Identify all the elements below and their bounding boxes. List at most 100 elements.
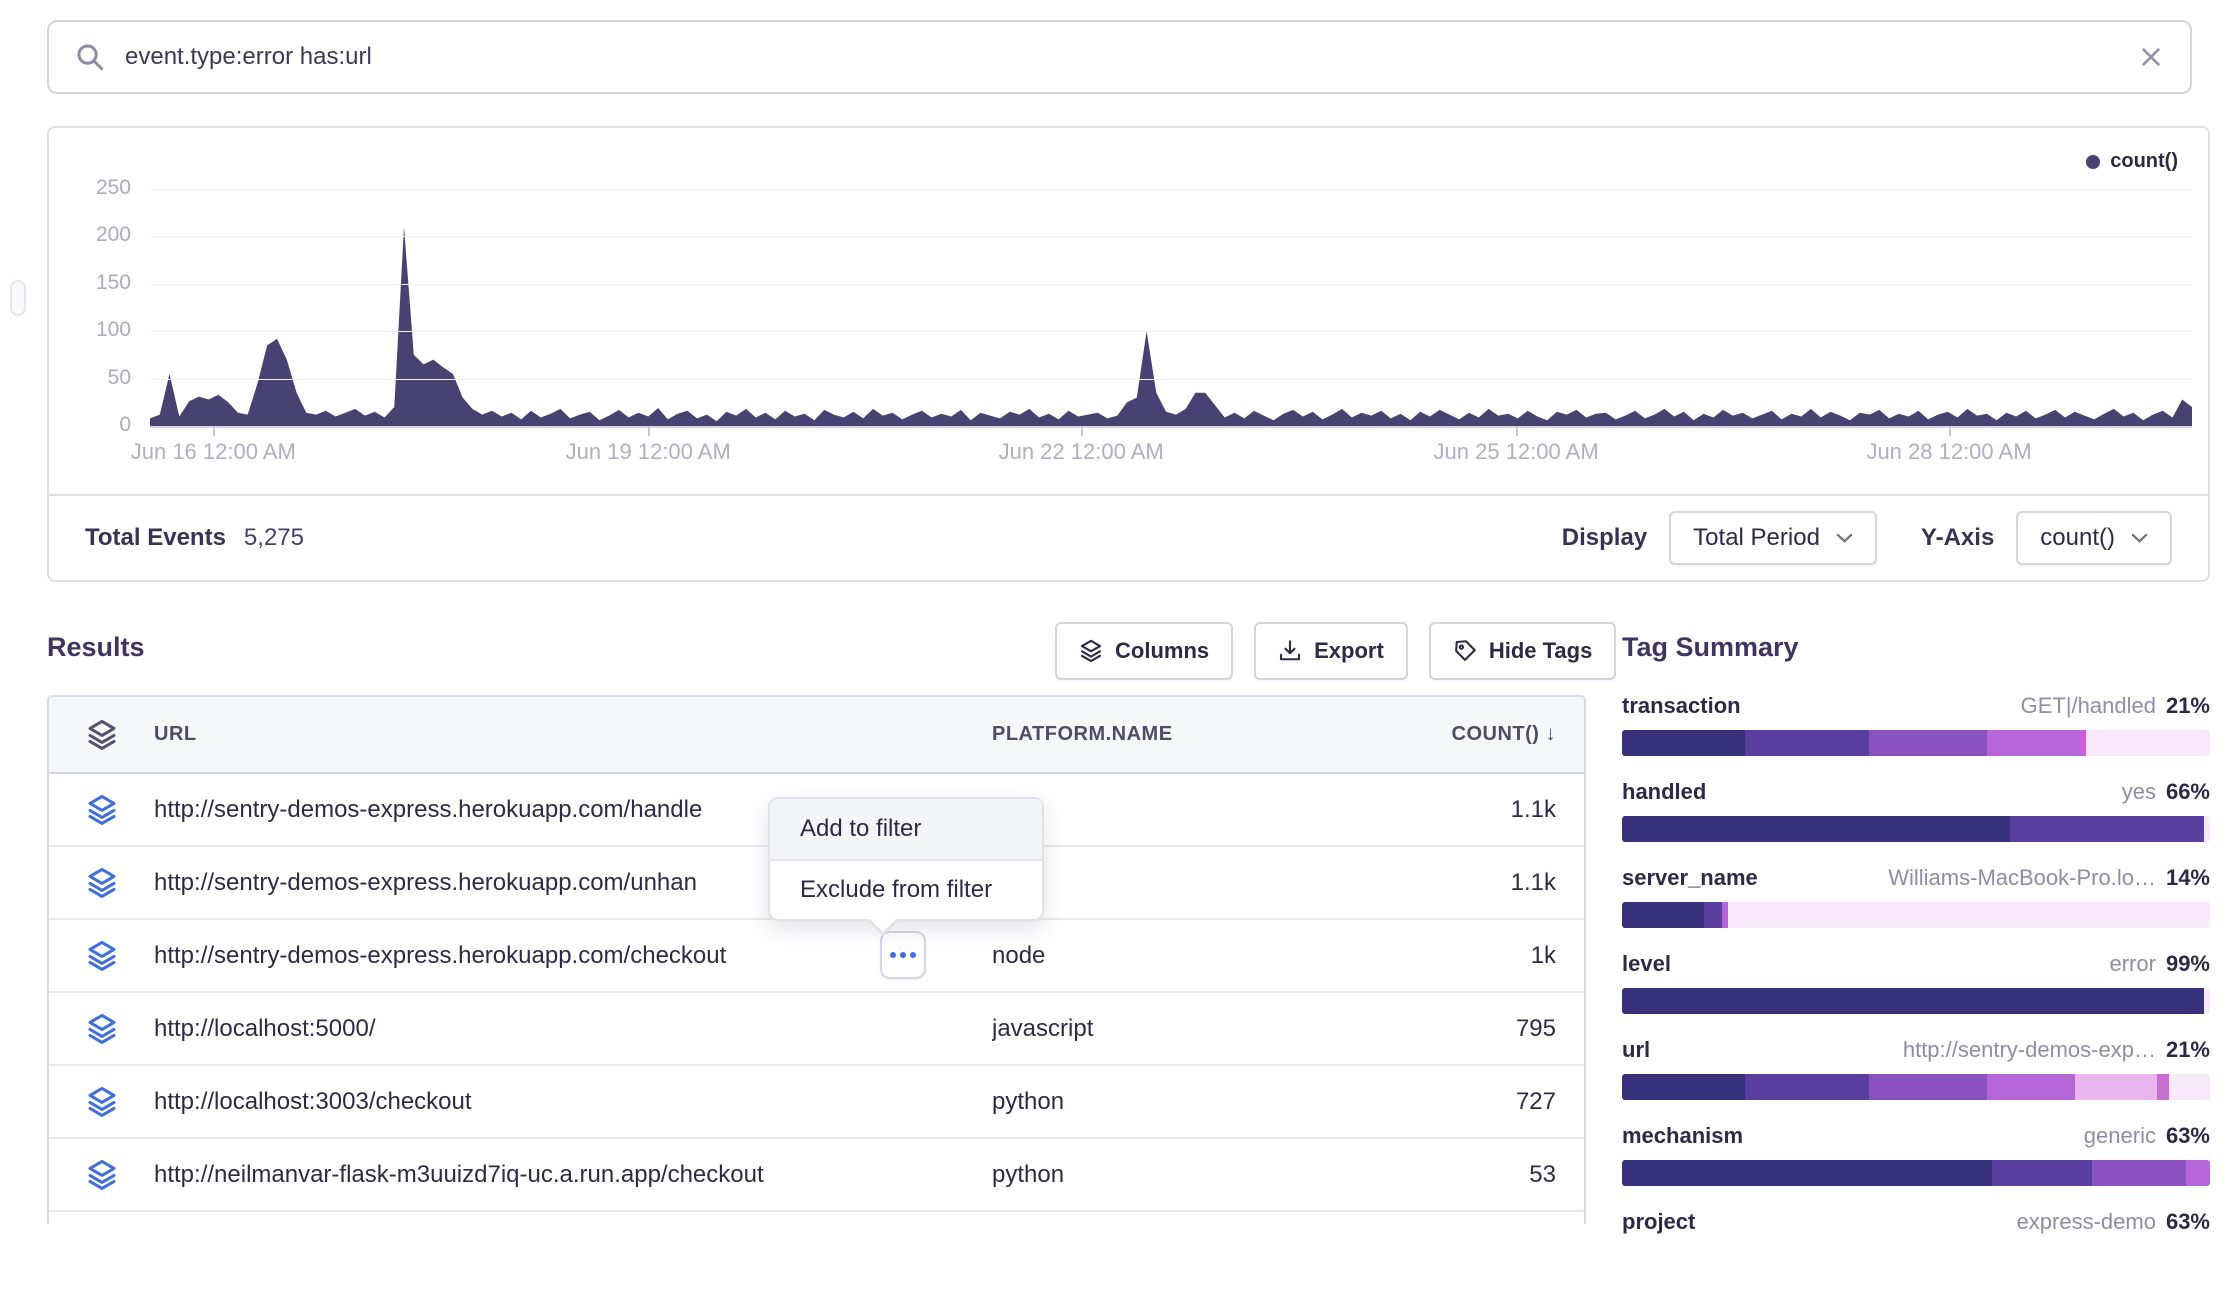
search-bar[interactable]: event.type:error has:url [47,20,2192,94]
url-cell[interactable]: http://sentry-demos-express.herokuapp.co… [154,942,992,970]
column-header-count[interactable]: COUNT() ↓ [1443,723,1584,746]
x-axis-tick-label: Jun 19 12:00 AM [528,439,768,465]
tag-bar-segment[interactable] [1622,1160,1992,1186]
events-area-chart[interactable]: 050100150200250Jun 16 12:00 AMJun 19 12:… [49,128,2208,494]
tag-bar-segment[interactable] [1704,902,1722,928]
table-row[interactable]: http://sentry-demos-express.herokuapp.co… [49,920,1584,993]
columns-button-label: Columns [1115,638,1209,664]
platform-cell[interactable]: javascript [992,1015,1443,1043]
tag-entry: mechanism generic 63% [1622,1123,2210,1186]
platform-cell[interactable]: python [992,1088,1443,1116]
count-series-path [150,227,2192,426]
yaxis-dropdown[interactable]: count() [2016,511,2172,565]
stack-icon [86,794,118,826]
tag-bar-segment[interactable] [1745,730,1868,756]
tag-bar-segment[interactable] [1728,902,2210,928]
menu-item-exclude-from-filter[interactable]: Exclude from filter [770,859,1042,919]
display-dropdown-value: Total Period [1693,524,1820,552]
tag-bar-segment[interactable] [2169,1074,2210,1100]
count-cell[interactable]: 1.1k [1443,869,1584,897]
table-row[interactable]: http://localhost:5000/ javascript 795 [49,993,1584,1066]
tag-bar-segment[interactable] [1987,730,2081,756]
url-cell[interactable]: http://localhost:3003/checkout [154,1088,992,1116]
column-header-url[interactable]: URL [154,723,992,746]
tag-bar-segment[interactable] [1622,816,2010,842]
cell-actions-menu: Add to filter Exclude from filter [768,797,1044,921]
tag-distribution-bar[interactable] [1622,816,2210,842]
tag-bar-segment[interactable] [2157,1074,2169,1100]
y-axis-tick-label: 150 [59,271,131,295]
tag-bar-segment[interactable] [1622,902,1704,928]
row-stack-cell[interactable] [49,1013,154,1045]
cell-actions-button[interactable] [880,931,926,979]
hide-tags-button[interactable]: Hide Tags [1429,622,1617,680]
row-stack-cell[interactable] [49,1159,154,1191]
row-stack-cell[interactable] [49,794,154,826]
tag-bar-segment[interactable] [1987,1074,2075,1100]
chart-legend[interactable]: count() [2086,150,2178,173]
tag-bar-segment[interactable] [2010,816,2204,842]
stack-icon [86,940,118,972]
sidebar-collapse-handle[interactable] [10,280,26,316]
tag-distribution-bar[interactable] [1622,1246,2210,1272]
tag-distribution-bar[interactable] [1622,902,2210,928]
tag-bar-segment[interactable] [1622,730,1745,756]
tag-name: mechanism [1622,1123,1743,1149]
y-axis-tick-label: 100 [59,318,131,342]
export-button-label: Export [1314,638,1384,664]
y-gridline [150,379,2192,380]
y-gridline [150,284,2192,285]
tag-bar-segment[interactable] [2186,1160,2210,1186]
tag-bar-segment[interactable] [1745,1074,1868,1100]
tag-bar-segment[interactable] [1622,988,2204,1014]
tag-name: url [1622,1037,1650,1063]
tag-summary-title: Tag Summary [1622,632,2210,663]
count-cell[interactable]: 1.1k [1443,796,1584,824]
clear-search-icon[interactable] [2138,44,2164,70]
yaxis-label: Y-Axis [1921,524,1994,552]
y-gridline [150,426,2192,428]
download-icon [1278,639,1302,663]
tag-distribution-bar[interactable] [1622,988,2210,1014]
table-row[interactable]: http://localhost:3003/checkout python 72… [49,1066,1584,1139]
url-cell[interactable]: http://neilmanvar-flask-m3uuizd7iq-uc.a.… [154,1161,992,1189]
tag-distribution-bar[interactable] [1622,1074,2210,1100]
table-row[interactable]: http://neilmanvar-flask-m3uuizd7iq-uc.a.… [49,1139,1584,1212]
tag-bar-segment[interactable] [1992,1160,2092,1186]
count-cell[interactable]: 727 [1443,1088,1584,1116]
tag-bar-segment[interactable] [2086,730,2209,756]
count-cell[interactable]: 1k [1443,942,1584,970]
export-button[interactable]: Export [1254,622,1408,680]
menu-item-add-to-filter[interactable]: Add to filter [770,799,1042,859]
tag-top-value: http://sentry-demos-exp… [1903,1037,2156,1063]
row-stack-cell[interactable] [49,940,154,972]
tag-bar-segment[interactable] [2204,816,2210,842]
count-cell[interactable]: 795 [1443,1015,1584,1043]
results-actions: Columns Export Hide Tags [1055,622,1616,680]
tag-percent: 66% [2166,779,2210,805]
results-table: URL PLATFORM.NAME COUNT() ↓ http://sentr… [47,695,1586,1224]
platform-cell[interactable]: python [992,1161,1443,1189]
tag-top-value: GET|/handled [2021,693,2156,719]
tag-distribution-bar[interactable] [1622,1160,2210,1186]
row-stack-cell[interactable] [49,1086,154,1118]
tag-bar-segment[interactable] [1622,1074,1745,1100]
display-dropdown[interactable]: Total Period [1669,511,1877,565]
y-gridline [150,189,2192,190]
y-gridline [150,236,2192,237]
url-cell[interactable]: http://localhost:5000/ [154,1015,992,1043]
platform-cell[interactable]: node [992,942,1443,970]
count-cell[interactable]: 53 [1443,1161,1584,1189]
tag-bar-segment[interactable] [2075,1074,2157,1100]
row-stack-cell[interactable] [49,867,154,899]
tag-distribution-bar[interactable] [1622,730,2210,756]
columns-button[interactable]: Columns [1055,622,1233,680]
column-header-platform[interactable]: PLATFORM.NAME [992,723,1443,746]
search-input[interactable]: event.type:error has:url [125,43,2138,71]
x-axis-tick-mark [648,426,650,436]
tag-bar-segment[interactable] [2204,988,2210,1014]
tag-bar-segment[interactable] [2092,1160,2186,1186]
tag-bar-segment[interactable] [1869,1074,1987,1100]
tag-bar-segment[interactable] [1869,730,1987,756]
legend-series-label: count() [2110,150,2178,173]
